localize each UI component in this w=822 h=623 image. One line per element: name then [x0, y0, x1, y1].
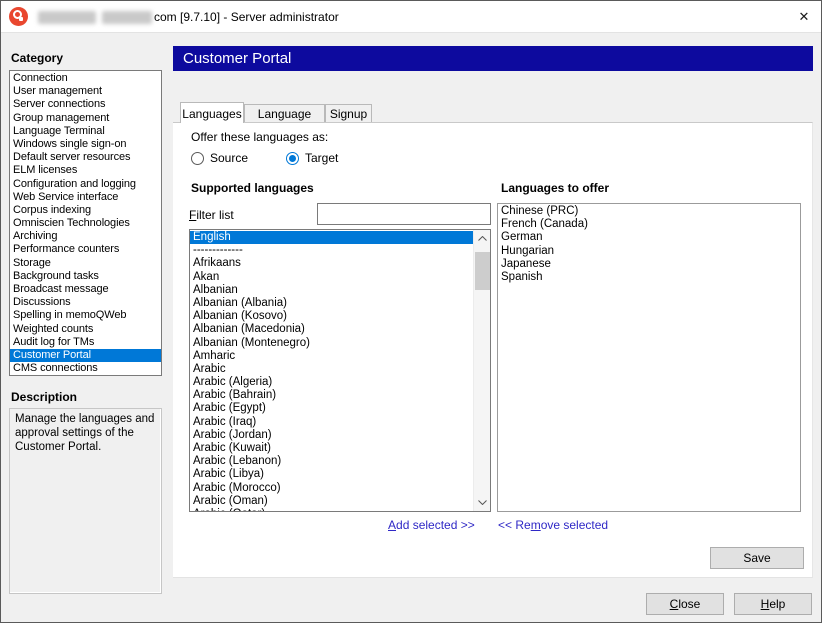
category-item[interactable]: Audit log for TMs	[10, 336, 161, 349]
close-button[interactable]: Close	[646, 593, 724, 615]
category-item[interactable]: Discussions	[10, 296, 161, 309]
languages-to-offer-title: Languages to offer	[501, 181, 609, 195]
category-list[interactable]: ConnectionUser managementServer connecti…	[9, 70, 162, 376]
language-item[interactable]: Albanian (Kosovo)	[190, 310, 473, 323]
help-button[interactable]: Help	[734, 593, 812, 615]
category-item[interactable]: Background tasks	[10, 270, 161, 283]
radio-source-icon[interactable]	[191, 152, 204, 165]
supported-languages-items: English-------------AfrikaansAkanAlbania…	[190, 230, 473, 511]
page-title: Customer Portal	[173, 46, 813, 71]
description-label: Description	[11, 390, 77, 404]
offer-as-label: Offer these languages as:	[191, 130, 328, 144]
category-item[interactable]: Weighted counts	[10, 323, 161, 336]
server-administrator-window: com [9.7.10] - Server administrator ✕ Ca…	[0, 0, 822, 623]
add-selected-link[interactable]: Add selected >>	[388, 518, 475, 532]
tab-languages[interactable]: Languages	[180, 102, 244, 123]
language-item[interactable]: Amharic	[190, 350, 473, 363]
language-item[interactable]: Arabic (Qatar)	[190, 508, 473, 512]
server-name-redacted	[102, 11, 152, 24]
remove-selected-link[interactable]: << Remove selected	[498, 518, 608, 532]
titlebar: com [9.7.10] - Server administrator ✕	[1, 1, 821, 33]
category-item[interactable]: ELM licenses	[10, 164, 161, 177]
category-item[interactable]: Omniscien Technologies	[10, 217, 161, 230]
server-name-redacted	[38, 11, 96, 24]
radio-source[interactable]: Source	[191, 151, 248, 165]
offered-language-item[interactable]: Japanese	[498, 258, 800, 271]
language-item[interactable]: -------------	[190, 244, 473, 257]
language-item[interactable]: English	[190, 231, 473, 244]
description-box: Manage the languages and approval settin…	[9, 408, 162, 594]
save-button[interactable]: Save	[710, 547, 804, 569]
language-item[interactable]: Afrikaans	[190, 257, 473, 270]
scroll-up-icon[interactable]	[474, 230, 491, 247]
offered-language-item[interactable]: German	[498, 231, 800, 244]
offered-language-item[interactable]: Spanish	[498, 271, 800, 284]
language-item[interactable]: Arabic (Egypt)	[190, 402, 473, 415]
category-item[interactable]: Archiving	[10, 230, 161, 243]
language-item[interactable]: Arabic (Libya)	[190, 468, 473, 481]
category-item[interactable]: Default server resources	[10, 151, 161, 164]
vertical-scrollbar[interactable]	[473, 230, 490, 511]
category-label: Category	[11, 51, 63, 65]
language-item[interactable]: Arabic (Lebanon)	[190, 455, 473, 468]
scrollbar-thumb[interactable]	[475, 252, 490, 290]
language-item[interactable]: Arabic (Kuwait)	[190, 442, 473, 455]
category-item[interactable]: User management	[10, 85, 161, 98]
language-item[interactable]: Albanian (Montenegro)	[190, 337, 473, 350]
radio-target-icon[interactable]	[286, 152, 299, 165]
offered-language-item[interactable]: Chinese (PRC)	[498, 205, 800, 218]
window-title: com [9.7.10] - Server administrator	[154, 10, 339, 24]
language-item[interactable]: Akan	[190, 271, 473, 284]
language-item[interactable]: Albanian (Albania)	[190, 297, 473, 310]
language-item[interactable]: Arabic (Algeria)	[190, 376, 473, 389]
languages-to-offer-items: Chinese (PRC)French (Canada)GermanHungar…	[498, 204, 800, 511]
radio-target[interactable]: Target	[286, 151, 338, 165]
category-item[interactable]: Corpus indexing	[10, 204, 161, 217]
offered-language-item[interactable]: Hungarian	[498, 245, 800, 258]
category-item[interactable]: Group management	[10, 112, 161, 125]
category-item[interactable]: Configuration and logging	[10, 178, 161, 191]
category-item[interactable]: Connection	[10, 72, 161, 85]
language-item[interactable]: Albanian	[190, 284, 473, 297]
category-item[interactable]: Web Service interface	[10, 191, 161, 204]
category-item[interactable]: Server connections	[10, 98, 161, 111]
filter-input[interactable]	[317, 203, 491, 225]
language-item[interactable]: Arabic	[190, 363, 473, 376]
category-item[interactable]: Performance counters	[10, 243, 161, 256]
category-item[interactable]: CMS connections	[10, 362, 161, 375]
filter-list-label: Filter list	[189, 208, 234, 222]
window-close-icon[interactable]: ✕	[795, 8, 813, 26]
radio-target-label: Target	[305, 151, 338, 165]
tab-signup[interactable]: Signup	[325, 104, 372, 123]
languages-to-offer-listbox[interactable]: Chinese (PRC)French (Canada)GermanHungar…	[497, 203, 801, 512]
language-item[interactable]: Arabic (Bahrain)	[190, 389, 473, 402]
offered-language-item[interactable]: French (Canada)	[498, 218, 800, 231]
tab-language-pairs[interactable]: Language pairs	[244, 104, 325, 123]
memoq-logo-icon	[9, 7, 28, 26]
language-item[interactable]: Arabic (Iraq)	[190, 416, 473, 429]
language-item[interactable]: Arabic (Oman)	[190, 495, 473, 508]
category-item[interactable]: Spelling in memoQWeb	[10, 309, 161, 322]
category-item[interactable]: Windows single sign-on	[10, 138, 161, 151]
language-item[interactable]: Arabic (Morocco)	[190, 482, 473, 495]
language-item[interactable]: Albanian (Macedonia)	[190, 323, 473, 336]
category-item[interactable]: Broadcast message	[10, 283, 161, 296]
category-item[interactable]: Language Terminal	[10, 125, 161, 138]
language-item[interactable]: Arabic (Jordan)	[190, 429, 473, 442]
scroll-down-icon[interactable]	[474, 494, 491, 511]
supported-languages-title: Supported languages	[191, 181, 314, 195]
radio-source-label: Source	[210, 151, 248, 165]
category-item[interactable]: Storage	[10, 257, 161, 270]
supported-languages-listbox[interactable]: English-------------AfrikaansAkanAlbania…	[189, 229, 491, 512]
category-item[interactable]: Customer Portal	[10, 349, 161, 362]
